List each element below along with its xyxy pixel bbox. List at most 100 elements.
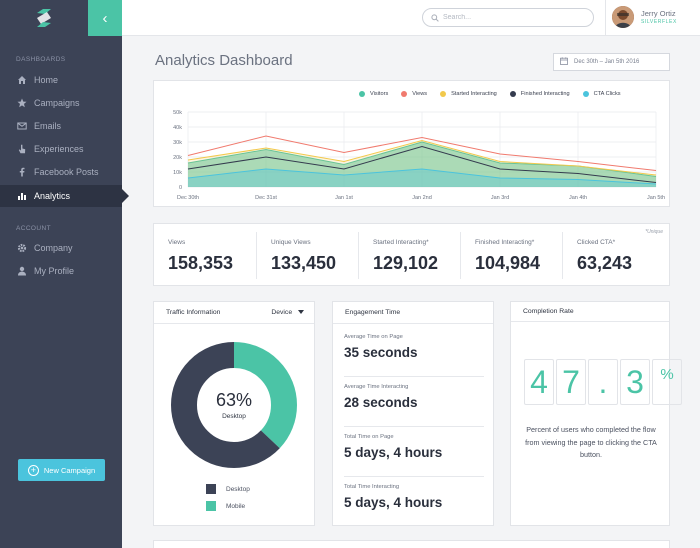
sidebar: ‹ DASHBOARDS Home Campaigns Emails Exper… (0, 0, 129, 548)
date-range-label: Dec 30th – Jan 5th 2016 (574, 59, 640, 65)
sidebar-item-my-profile[interactable]: My Profile (0, 260, 122, 282)
engagement-value: 35 seconds (344, 345, 418, 360)
account-heading: ACCOUNT (16, 225, 51, 232)
stat-views: Views 158,353 (154, 224, 256, 287)
logo[interactable] (0, 0, 88, 36)
engagement-label: Total Time on Page (344, 434, 394, 440)
sidebar-item-analytics[interactable]: Analytics (0, 185, 129, 207)
user-icon (16, 265, 28, 277)
x-tick-label: Jan 5th (647, 195, 665, 201)
facebook-icon (16, 166, 28, 178)
sidebar-item-label: Analytics (34, 191, 71, 201)
stat-label: Clicked CTA* (577, 239, 616, 246)
stat-value: 129,102 (373, 253, 439, 273)
topbar-divider (605, 0, 606, 36)
completion-rate-display: 4 7 . 3 % (524, 359, 684, 405)
sidebar-item-emails[interactable]: Emails (0, 115, 122, 137)
donut-center-label: Desktop (222, 413, 246, 420)
engagement-avg-time-on-page: Average Time on Page 35 seconds (344, 334, 418, 360)
traffic-information-card: Traffic Information Device 63% Desktop D… (153, 301, 315, 526)
x-tick-label: Dec 30th (177, 195, 199, 201)
y-tick-label: 30k (173, 140, 182, 146)
analytics-chart-card: Visitors Views Started Interacting Finis… (153, 80, 670, 207)
sidebar-item-label: Facebook Posts (34, 167, 99, 177)
completion-rate-card: Completion Rate 4 7 . 3 % Percent of use… (510, 301, 682, 526)
panel-header: Engagement Time (333, 302, 493, 324)
stat-unique-views: Unique Views 133,450 (257, 224, 359, 287)
x-tick-label: Dec 31st (255, 195, 277, 201)
device-dropdown-label: Device (271, 309, 293, 316)
search-input[interactable] (443, 14, 583, 21)
engagement-divider (344, 376, 484, 377)
stat-label: Unique Views (271, 239, 311, 246)
x-tick-label: Jan 2nd (412, 195, 432, 201)
stat-value: 133,450 (271, 253, 337, 273)
top-bar: Jerry Ortiz SILVERFLEX (122, 0, 700, 36)
x-tick-label: Jan 3rd (491, 195, 509, 201)
legend-item-desktop: Desktop (206, 484, 250, 494)
engagement-value: 5 days, 4 hours (344, 495, 443, 510)
avatar[interactable] (612, 6, 634, 28)
y-tick-label: 10k (173, 170, 182, 176)
user-organization: SILVERFLEX (641, 19, 677, 25)
new-campaign-button[interactable]: + New Campaign (18, 459, 105, 481)
star-icon (16, 97, 28, 109)
page-title: Analytics Dashboard (155, 52, 293, 69)
engagement-divider (344, 426, 484, 427)
new-campaign-label: New Campaign (43, 465, 96, 475)
stat-clicked-cta: Clicked CTA* 63,243 (563, 224, 669, 287)
device-dropdown[interactable]: Device (271, 309, 304, 316)
next-card-edge (153, 540, 670, 548)
completion-percent-sign: % (652, 359, 682, 405)
area-chart: 50k 40k 30k 20k 10k 0 Dec 30th Dec 31st Jan 1st J… (173, 110, 665, 201)
home-icon (16, 74, 28, 86)
sidebar-collapse-button[interactable]: ‹ (88, 0, 122, 36)
sidebar-item-label: Experiences (34, 144, 84, 154)
engagement-time-card: Engagement Time Average Time on Page 35 … (332, 301, 494, 526)
sidebar-item-home[interactable]: Home (0, 69, 122, 91)
search-icon (431, 9, 439, 27)
x-tick-label: Jan 1st (335, 195, 353, 201)
y-tick-label: 40k (173, 125, 182, 131)
sidebar-item-experiences[interactable]: Experiences (0, 138, 122, 160)
y-tick-label: 20k (173, 155, 182, 161)
stat-finished-interacting: Finished Interacting* 104,984 (461, 224, 563, 287)
engagement-value: 28 seconds (344, 395, 418, 410)
sidebar-item-facebook-posts[interactable]: Facebook Posts (0, 161, 122, 183)
stat-value: 104,984 (475, 253, 541, 273)
engagement-total-time-on-page: Total Time on Page 5 days, 4 hours (344, 434, 442, 460)
user-name[interactable]: Jerry Ortiz (641, 9, 676, 18)
engagement-avg-time-interacting: Average Time Interacting 28 seconds (344, 384, 418, 410)
sidebar-item-label: Home (34, 75, 59, 85)
sidebar-item-company[interactable]: Company (0, 237, 122, 259)
logo-icon (37, 9, 51, 27)
engagement-total-time-interacting: Total Time Interacting 5 days, 4 hours (344, 484, 442, 510)
completion-digit: 7 (556, 359, 586, 405)
legend-label: Mobile (226, 502, 246, 510)
engagement-value: 5 days, 4 hours (344, 445, 443, 460)
engagement-label: Average Time on Page (344, 334, 403, 340)
pointer-hand-icon (16, 143, 28, 155)
sidebar-item-label: My Profile (34, 266, 75, 276)
plus-icon: + (27, 464, 39, 476)
completion-description: Percent of users who completed the flow … (525, 425, 657, 459)
sidebar-item-label: Emails (34, 121, 62, 131)
sidebar-item-campaigns[interactable]: Campaigns (0, 92, 122, 114)
dashboards-heading: DASHBOARDS (16, 56, 66, 63)
stat-value: 63,243 (577, 253, 633, 273)
stat-started-interacting: Started Interacting* 129,102 (359, 224, 461, 287)
stat-value: 158,353 (168, 253, 234, 273)
caret-down-icon (298, 310, 304, 315)
legend-label: Desktop (226, 485, 250, 493)
stat-label: Views (168, 239, 186, 246)
calendar-icon (560, 57, 568, 67)
completion-digit: 4 (524, 359, 554, 405)
completion-digit: . (588, 359, 618, 405)
gear-icon (16, 242, 28, 254)
y-tick-label: 50k (173, 110, 182, 116)
completion-digit: 3 (620, 359, 650, 405)
chevron-left-icon: ‹ (102, 9, 108, 27)
search-box[interactable] (422, 8, 594, 27)
date-range-picker[interactable]: Dec 30th – Jan 5th 2016 (553, 53, 670, 71)
panel-header: Completion Rate (511, 302, 669, 322)
